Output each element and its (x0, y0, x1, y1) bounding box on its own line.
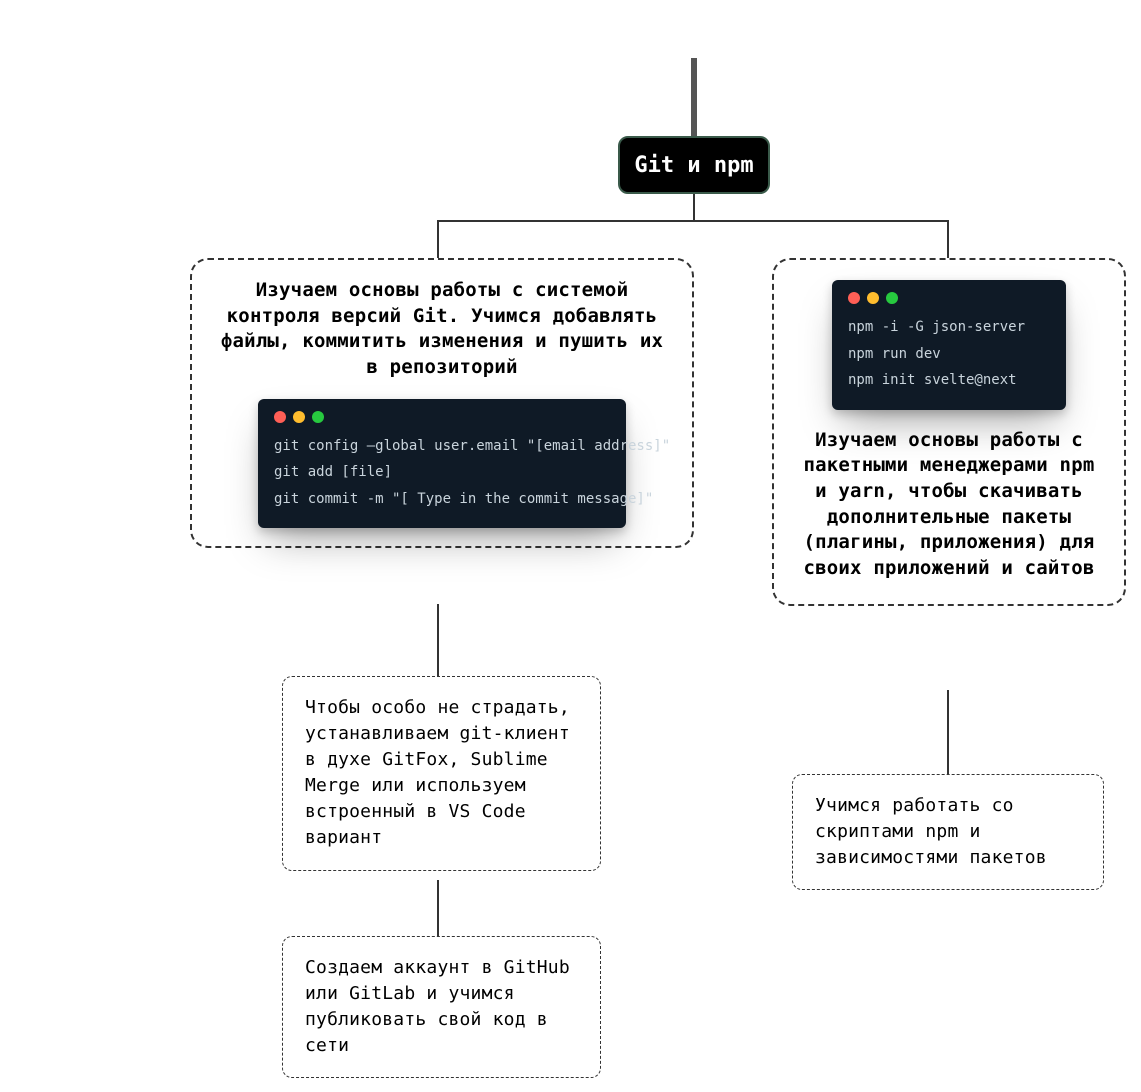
incoming-connector (691, 58, 697, 136)
git-client-text: Чтобы особо не страдать, устанавливаем g… (305, 695, 578, 852)
git-card: Изучаем основы работы с системой контрол… (190, 258, 694, 548)
terminal-npm: npm -i -G json-server npm run dev npm in… (832, 280, 1066, 410)
connector (437, 220, 439, 258)
minimize-dot-icon (867, 292, 879, 304)
root-label: Git и npm (634, 153, 753, 178)
connector (947, 690, 949, 774)
zoom-dot-icon (312, 411, 324, 423)
window-controls-icon (848, 292, 1050, 304)
connector (947, 220, 949, 258)
connector (437, 604, 439, 676)
github-card: Создаем аккаунт в GitHub или GitLab и уч… (282, 936, 601, 1078)
terminal-git: git config —global user.email "[email ad… (258, 399, 626, 529)
minimize-dot-icon (293, 411, 305, 423)
npm-scripts-card: Учимся работать со скриптами npm и завис… (792, 774, 1104, 890)
git-client-card: Чтобы особо не страдать, устанавливаем g… (282, 676, 601, 871)
terminal-line: npm init svelte@next (848, 367, 1050, 394)
close-dot-icon (274, 411, 286, 423)
window-controls-icon (274, 411, 610, 423)
zoom-dot-icon (886, 292, 898, 304)
terminal-line: git commit -m "[ Type in the commit mess… (274, 486, 610, 513)
terminal-line: git add [file] (274, 459, 610, 486)
npm-scripts-text: Учимся работать со скриптами npm и завис… (815, 793, 1081, 871)
root-node: Git и npm (618, 136, 770, 194)
npm-card-title: Изучаем основы работы с пакетными менедж… (792, 428, 1106, 582)
connector (693, 194, 695, 222)
connector (437, 880, 439, 936)
connector (437, 220, 949, 222)
terminal-line: git config —global user.email "[email ad… (274, 433, 610, 460)
github-text: Создаем аккаунт в GitHub или GitLab и уч… (305, 955, 578, 1059)
git-card-title: Изучаем основы работы с системой контрол… (216, 278, 668, 381)
terminal-line: npm run dev (848, 341, 1050, 368)
terminal-line: npm -i -G json-server (848, 314, 1050, 341)
npm-card: npm -i -G json-server npm run dev npm in… (772, 258, 1126, 606)
close-dot-icon (848, 292, 860, 304)
